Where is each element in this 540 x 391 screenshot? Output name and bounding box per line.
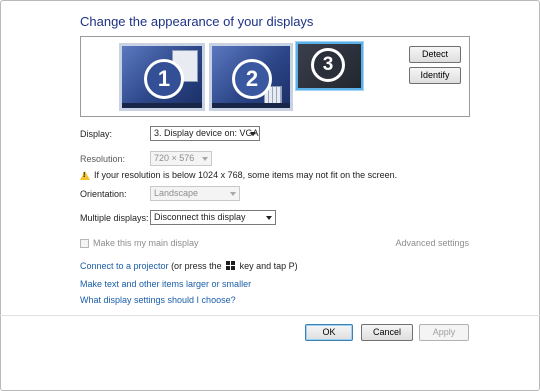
warning-text: If your resolution is below 1024 x 768, … [94, 170, 398, 180]
monitor-number: 1 [144, 59, 184, 99]
display-select[interactable]: 3. Display device on: VGA [150, 126, 260, 141]
apply-button[interactable]: Apply [419, 324, 469, 341]
projector-line: Connect to a projector (or press the key… [80, 261, 298, 271]
resolution-label: Resolution: [80, 154, 126, 164]
monitor-1[interactable]: 1 [119, 43, 205, 111]
warning-icon [80, 170, 90, 180]
monitor-3-selected[interactable]: 3 [296, 42, 363, 90]
connect-projector-link[interactable]: Connect to a projector [80, 261, 169, 271]
resolution-select-value: 720 × 576 [154, 153, 195, 163]
text-size-link[interactable]: Make text and other items larger or smal… [80, 279, 251, 289]
orientation-select-value: Landscape [154, 188, 199, 198]
resolution-warning: If your resolution is below 1024 x 768, … [80, 170, 397, 180]
multiple-displays-select[interactable]: Disconnect this display [150, 210, 276, 225]
page-title: Change the appearance of your displays [80, 14, 314, 29]
display-label: Display: [80, 129, 113, 139]
orientation-label: Orientation: [80, 189, 127, 199]
chevron-down-icon [266, 216, 272, 220]
monitor-number: 3 [311, 48, 345, 82]
orientation-select[interactable]: Landscape [150, 186, 240, 201]
resolution-select[interactable]: 720 × 576 [150, 151, 212, 166]
identify-button[interactable]: Identify [409, 67, 461, 84]
monitor-number: 2 [232, 59, 272, 99]
main-display-checkbox[interactable] [80, 238, 89, 248]
ok-button[interactable]: OK [305, 324, 353, 341]
chevron-down-icon [230, 192, 236, 196]
cancel-button[interactable]: Cancel [361, 324, 413, 341]
detect-button[interactable]: Detect [409, 46, 461, 63]
taskbar-strip [212, 103, 290, 108]
footer-divider [0, 315, 540, 316]
chevron-down-icon [250, 132, 256, 136]
display-select-value: 3. Display device on: VGA [154, 128, 259, 138]
multiple-displays-label: Multiple displays: [80, 213, 149, 223]
monitor-2[interactable]: 2 [209, 43, 293, 111]
display-help-link[interactable]: What display settings should I choose? [80, 295, 236, 305]
multiple-displays-select-value: Disconnect this display [154, 212, 246, 222]
main-display-checkbox-label: Make this my main display [93, 238, 199, 248]
main-display-checkbox-row[interactable]: Make this my main display [80, 238, 199, 248]
taskbar-strip [122, 103, 202, 108]
projector-hint-text-b: key and tap P) [237, 261, 298, 271]
projector-hint-text-a: (or press the [168, 261, 225, 271]
advanced-settings-link[interactable]: Advanced settings [395, 238, 469, 248]
windows-key-icon [226, 261, 236, 270]
chevron-down-icon [202, 157, 208, 161]
